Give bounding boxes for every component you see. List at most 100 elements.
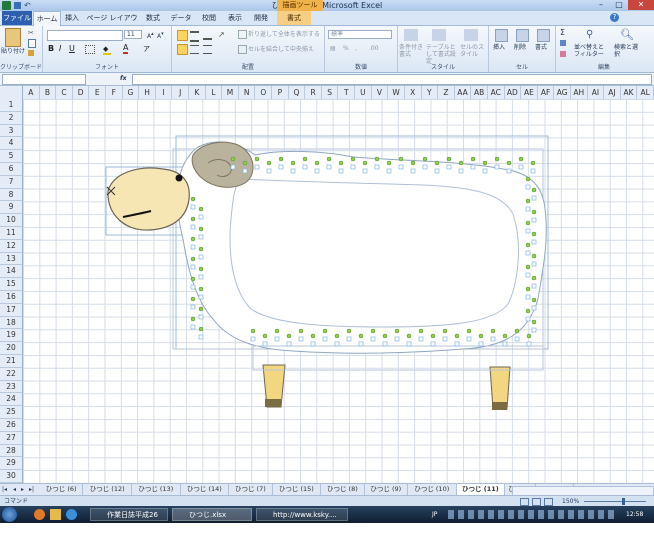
grow-font-icon[interactable]: A▴	[147, 31, 154, 40]
format-cells-button[interactable]: 書式	[535, 44, 547, 51]
row-header[interactable]: 13	[0, 253, 22, 266]
column-header[interactable]: B	[40, 86, 57, 99]
row-header[interactable]: 23	[0, 381, 22, 394]
paste-button-label[interactable]: 貼り付け	[1, 48, 25, 55]
tab-view[interactable]: 表示	[224, 11, 246, 25]
row-header[interactable]: 30	[0, 470, 22, 483]
italic-icon[interactable]: I	[59, 44, 61, 53]
column-header[interactable]: AJ	[604, 86, 621, 99]
column-header[interactable]: AL	[637, 86, 654, 99]
minimize-button[interactable]: –	[592, 0, 610, 10]
find-select-button[interactable]: 検索と選択	[614, 44, 642, 58]
column-header[interactable]: Y	[422, 86, 439, 99]
row-header[interactable]: 8	[0, 189, 22, 202]
column-header[interactable]: AE	[521, 86, 538, 99]
column-header[interactable]: AD	[505, 86, 522, 99]
conditional-format-button[interactable]: 条件付き書式	[399, 44, 425, 58]
row-header[interactable]: 9	[0, 201, 22, 215]
cell-style-button[interactable]: セルのスタイル	[460, 44, 486, 58]
currency-icon[interactable]: ▤	[330, 45, 336, 52]
phonetic-icon[interactable]: ア	[143, 44, 150, 54]
underline-icon[interactable]: U	[69, 44, 75, 53]
column-header[interactable]: AK	[621, 86, 638, 99]
name-box[interactable]	[2, 74, 86, 85]
column-header[interactable]: E	[89, 86, 106, 99]
sheep-drawing[interactable]	[23, 99, 654, 483]
sheet-tab[interactable]: ひつじ (8)	[321, 484, 365, 495]
row-header[interactable]: 12	[0, 240, 22, 253]
delete-cells-icon[interactable]	[516, 29, 529, 42]
column-header[interactable]: AB	[471, 86, 488, 99]
page-break-view-icon[interactable]	[544, 498, 553, 506]
firefox-icon[interactable]	[34, 509, 45, 520]
tab-file[interactable]: ファイル	[2, 11, 32, 25]
row-header[interactable]: 20	[0, 342, 22, 355]
row-header[interactable]: 22	[0, 368, 22, 381]
maximize-button[interactable]: □	[610, 0, 628, 10]
taskbar-item-browser[interactable]: http://www.ksky....	[256, 508, 348, 521]
fill-icon[interactable]	[560, 40, 566, 46]
tab-review[interactable]: 校閲	[197, 11, 221, 25]
tab-data[interactable]: データ	[168, 11, 194, 25]
zoom-slider[interactable]	[584, 501, 646, 502]
delete-cells-button[interactable]: 削除	[514, 44, 526, 51]
column-header[interactable]: T	[339, 86, 356, 99]
column-header[interactable]: Z	[438, 86, 455, 99]
column-header[interactable]: U	[355, 86, 372, 99]
font-name-select[interactable]	[47, 30, 123, 41]
insert-cells-button[interactable]: 挿入	[493, 44, 505, 51]
input-language[interactable]: JP	[432, 511, 437, 518]
taskbar-item-diary[interactable]: 作業日誌平成26年...	[90, 508, 168, 532]
page-layout-view-icon[interactable]	[532, 498, 541, 506]
clear-icon[interactable]	[560, 51, 566, 57]
row-header[interactable]: 29	[0, 457, 22, 471]
sheet-tab[interactable]: ひつじ (12)	[83, 484, 132, 495]
row-header[interactable]: 24	[0, 393, 22, 407]
row-header[interactable]: 10	[0, 214, 22, 227]
align-left-icon[interactable]	[177, 44, 188, 55]
row-header[interactable]: 25	[0, 406, 22, 419]
taskbar-item-hitsuji[interactable]: ひつじ.xlsx	[172, 508, 252, 521]
column-header[interactable]: W	[388, 86, 405, 99]
tab-home[interactable]: ホーム	[33, 11, 61, 26]
column-header[interactable]: X	[405, 86, 422, 99]
fx-icon[interactable]: fx	[120, 75, 126, 82]
tab-format[interactable]: 書式	[277, 11, 311, 25]
orientation-icon[interactable]: ↗	[218, 30, 225, 39]
close-button[interactable]: ✕	[628, 0, 654, 10]
column-header[interactable]: R	[305, 86, 322, 99]
column-header[interactable]: H	[139, 86, 156, 99]
column-header[interactable]: L	[206, 86, 223, 99]
column-header[interactable]: AI	[588, 86, 605, 99]
fill-color-icon[interactable]: ◆	[103, 45, 111, 55]
cell-style-icon[interactable]	[464, 29, 478, 41]
sheet-scroll-next-icon[interactable]: ▸	[21, 486, 24, 493]
row-header[interactable]: 15	[0, 278, 22, 291]
start-button[interactable]	[2, 507, 17, 522]
explorer-icon[interactable]	[50, 509, 61, 520]
sheet-tab[interactable]: ひつじ (13)	[132, 484, 181, 495]
column-header[interactable]: G	[123, 86, 140, 99]
sheet-tab[interactable]: ひつじ (10)	[408, 484, 457, 495]
percent-icon[interactable]: %	[343, 45, 349, 52]
row-header[interactable]: 5	[0, 150, 22, 163]
help-icon[interactable]: ?	[610, 13, 619, 22]
column-header[interactable]: P	[272, 86, 289, 99]
column-header[interactable]: F	[106, 86, 123, 99]
column-header[interactable]: D	[73, 86, 90, 99]
column-header[interactable]: K	[189, 86, 206, 99]
column-header[interactable]: Q	[289, 86, 306, 99]
normal-view-icon[interactable]	[520, 498, 529, 506]
merge-center-button[interactable]: セルを結合して中央揃え	[248, 46, 314, 53]
row-header[interactable]: 11	[0, 227, 22, 240]
row-header[interactable]: 6	[0, 163, 22, 176]
row-header[interactable]: 19	[0, 329, 22, 343]
bold-icon[interactable]: B	[48, 44, 54, 53]
number-format-select[interactable]: 標準	[328, 30, 392, 39]
sheet-tab[interactable]: ひつじ (11)	[456, 484, 506, 495]
table-format-icon[interactable]	[432, 29, 446, 41]
tray-icons[interactable]	[448, 510, 618, 519]
tab-developer[interactable]: 開発	[249, 11, 273, 25]
row-header[interactable]: 2	[0, 112, 22, 125]
sheet-tab[interactable]: ひつじ (6)	[40, 484, 84, 495]
